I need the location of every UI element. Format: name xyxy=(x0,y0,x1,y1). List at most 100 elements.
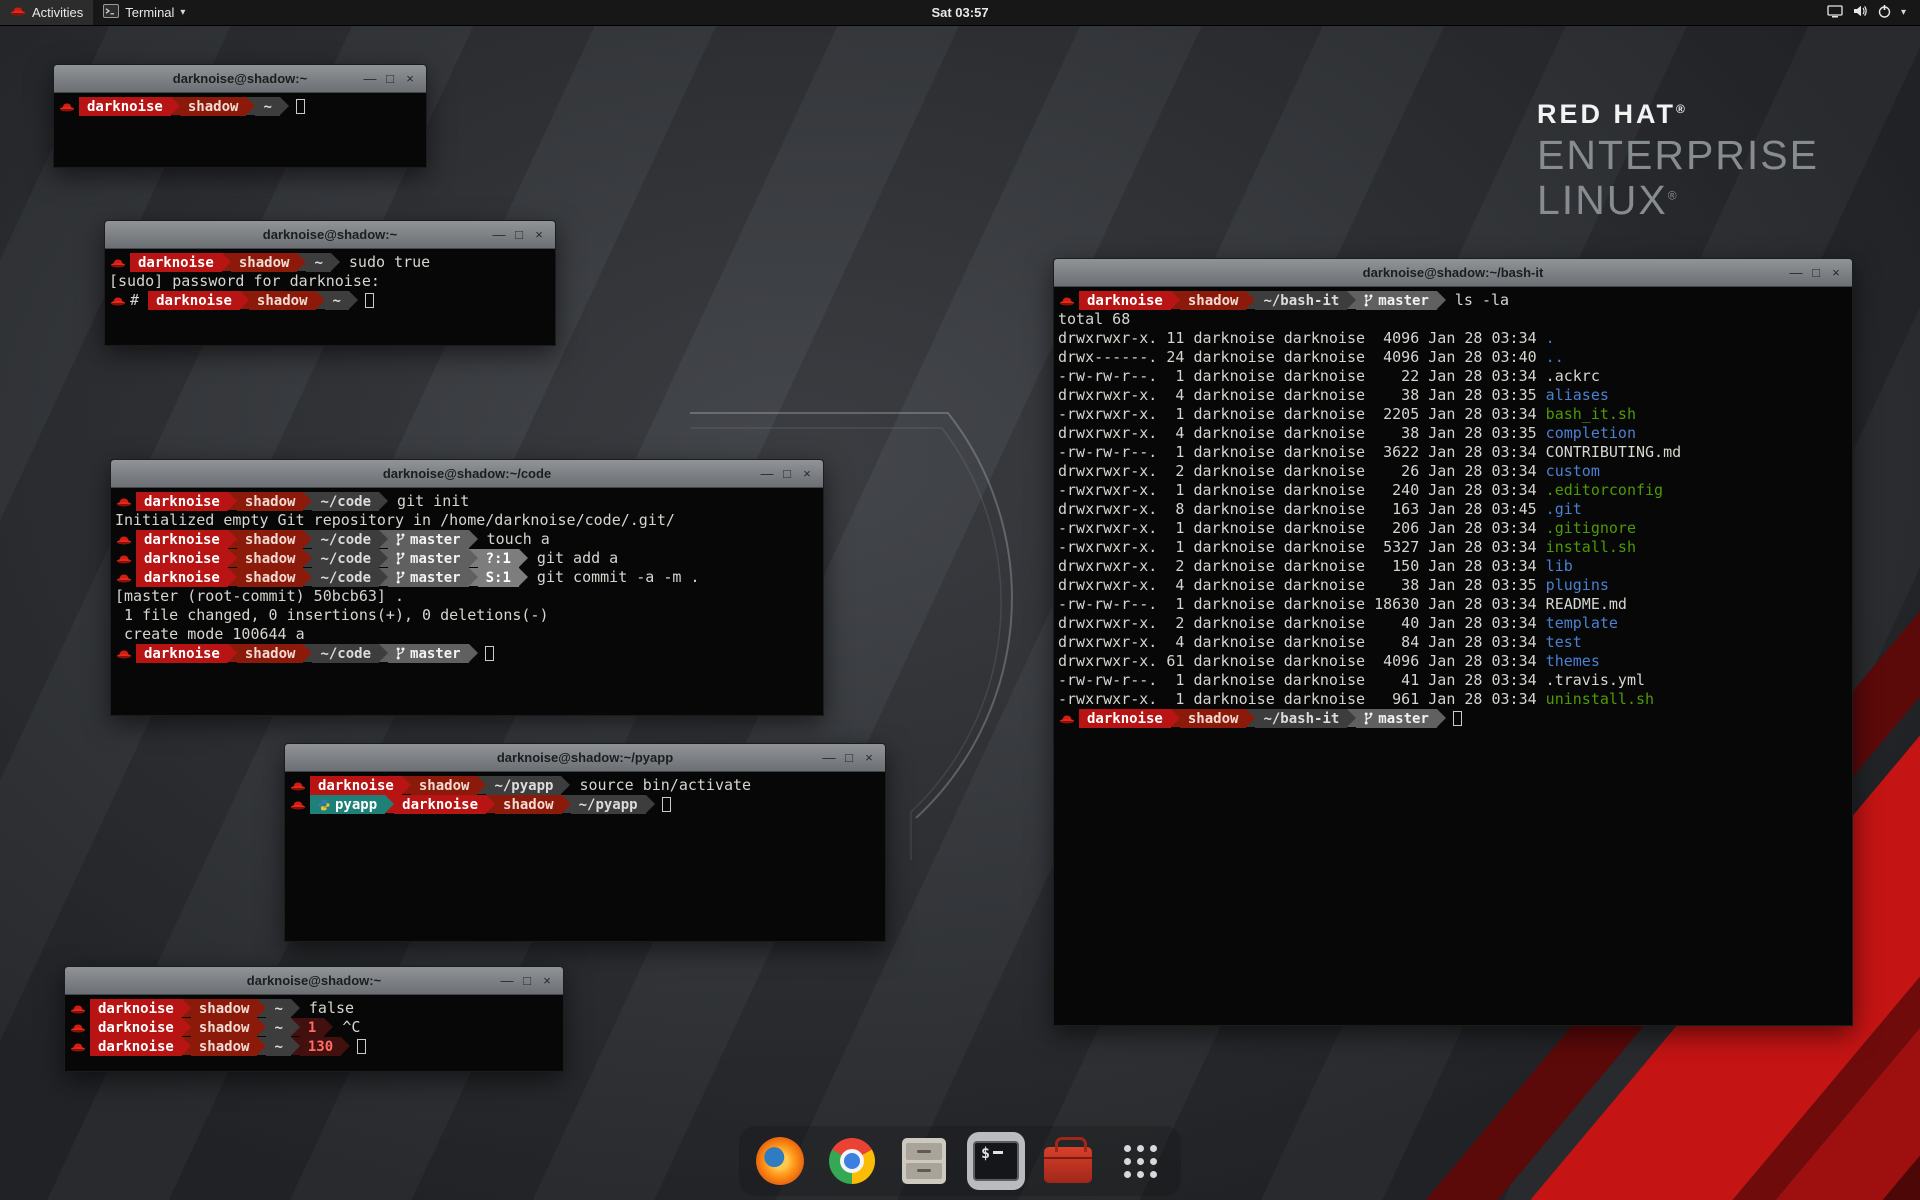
prompt-segment-host: shadow xyxy=(237,644,304,663)
prompt-segment-host: shadow xyxy=(237,568,304,587)
maximize-button[interactable]: □ xyxy=(509,221,529,249)
prompt-segment-host: shadow xyxy=(1180,709,1247,728)
powerline-arrow-icon xyxy=(519,568,528,586)
titlebar[interactable]: darknoise@shadow:~/code — □ × xyxy=(111,460,823,488)
redhat-prompt-icon xyxy=(289,795,310,814)
chrome-icon xyxy=(829,1138,875,1184)
dock-item-toolbox[interactable] xyxy=(1039,1132,1097,1190)
terminal-line: drwx------. 24 darknoise darknoise 4096 … xyxy=(1058,348,1848,367)
terminal-line: darknoiseshadow~ false xyxy=(69,999,559,1018)
file-manager-icon xyxy=(902,1138,946,1184)
prompt-segment-path: ~/pyapp xyxy=(571,795,646,814)
redhat-prompt-icon xyxy=(69,999,90,1018)
minimize-button[interactable]: — xyxy=(360,65,380,93)
redhat-prompt-icon xyxy=(69,1037,90,1056)
prompt-segment-user: darknoise xyxy=(148,291,240,310)
file-name: aliases xyxy=(1546,386,1609,405)
powerline-arrow-icon xyxy=(341,1037,350,1055)
powerline-arrow-icon xyxy=(477,776,486,794)
powerline-arrow-icon xyxy=(349,291,358,309)
brand-line-1: RED HAT® xyxy=(1537,100,1819,128)
titlebar[interactable]: darknoise@shadow:~/pyapp — □ × xyxy=(285,744,885,772)
terminal-window-home-2: darknoise@shadow:~ — □ × darknoiseshadow… xyxy=(64,966,564,1072)
powerline-arrow-icon xyxy=(469,549,478,567)
terminal-text: git init xyxy=(388,492,469,511)
powerline-arrow-icon xyxy=(1246,291,1255,309)
redhat-prompt-icon xyxy=(115,549,136,568)
prompt-segment-host: shadow xyxy=(249,291,316,310)
close-button[interactable]: × xyxy=(1826,259,1846,287)
minimize-button[interactable]: — xyxy=(497,967,517,995)
dock-item-firefox[interactable] xyxy=(751,1132,809,1190)
prompt-segment-gitstat: ?:1 xyxy=(478,549,519,568)
terminal-text: [sudo] password for darknoise: xyxy=(109,272,389,291)
dock-item-chrome[interactable] xyxy=(823,1132,881,1190)
redhat-prompt-icon xyxy=(1058,291,1079,310)
titlebar[interactable]: darknoise@shadow:~ — □ × xyxy=(105,221,555,249)
terminal-text: drwxrwxr-x. 4 darknoise darknoise 84 Jan… xyxy=(1058,633,1546,652)
prompt-segment-user: darknoise xyxy=(394,795,486,814)
app-menu-button[interactable]: Terminal ▾ xyxy=(93,0,195,25)
file-name: .. xyxy=(1546,348,1564,367)
prompt-segment-git: master xyxy=(388,530,469,549)
close-button[interactable]: × xyxy=(797,460,817,488)
power-icon xyxy=(1877,4,1892,21)
close-button[interactable]: × xyxy=(537,967,557,995)
powerline-arrow-icon xyxy=(303,568,312,586)
titlebar[interactable]: darknoise@shadow:~ — □ × xyxy=(54,65,426,93)
terminal-window-home-1: darknoise@shadow:~ — □ × darknoiseshadow… xyxy=(53,64,427,168)
terminal-content[interactable]: darknoiseshadow~/bash-itmaster ls -latot… xyxy=(1054,288,1852,1025)
minimize-button[interactable]: — xyxy=(757,460,777,488)
powerline-arrow-icon xyxy=(469,530,478,548)
prompt-segment-path: ~/code xyxy=(312,530,379,549)
maximize-button[interactable]: □ xyxy=(839,744,859,772)
terminal-line: darknoiseshadow~/code git init xyxy=(115,492,819,511)
top-bar: Activities Terminal ▾ Sat 03:57 ▾ xyxy=(0,0,1920,26)
prompt-segment-path: ~ xyxy=(306,253,330,272)
terminal-text: -rw-rw-r--. 1 darknoise darknoise 41 Jan… xyxy=(1058,671,1546,690)
terminal-text: create mode 100644 a xyxy=(115,625,305,644)
file-name: CONTRIBUTING.md xyxy=(1546,443,1681,462)
prompt-segment-host: shadow xyxy=(237,492,304,511)
terminal-text: false xyxy=(300,999,354,1018)
terminal-content[interactable]: darknoiseshadow~ falsedarknoiseshadow~1 … xyxy=(65,996,563,1071)
maximize-button[interactable]: □ xyxy=(380,65,400,93)
close-button[interactable]: × xyxy=(859,744,879,772)
maximize-button[interactable]: □ xyxy=(777,460,797,488)
terminal-line: [master (root-commit) 50bcb63] . xyxy=(115,587,819,606)
chevron-down-icon: ▾ xyxy=(180,7,185,18)
clock[interactable]: Sat 03:57 xyxy=(931,5,988,20)
close-button[interactable]: × xyxy=(400,65,420,93)
dock-item-show-applications[interactable] xyxy=(1111,1132,1169,1190)
powerline-arrow-icon xyxy=(171,97,180,115)
terminal-content[interactable]: darknoiseshadow~/code git initInitialize… xyxy=(111,489,823,715)
prompt-segment-user: darknoise xyxy=(136,492,228,511)
activities-button[interactable]: Activities xyxy=(0,0,93,25)
terminal-line: darknoiseshadow~130 xyxy=(69,1037,559,1056)
file-name: .ackrc xyxy=(1546,367,1600,386)
terminal-line: # darknoiseshadow~ xyxy=(109,291,551,310)
dock-item-terminal[interactable] xyxy=(967,1132,1025,1190)
minimize-button[interactable]: — xyxy=(1786,259,1806,287)
maximize-button[interactable]: □ xyxy=(517,967,537,995)
terminal-content[interactable]: darknoiseshadow~/pyapp source bin/activa… xyxy=(285,773,885,941)
minimize-button[interactable]: — xyxy=(819,744,839,772)
terminal-line: -rwxrwxr-x. 1 darknoise darknoise 5327 J… xyxy=(1058,538,1848,557)
close-button[interactable]: × xyxy=(529,221,549,249)
terminal-content[interactable]: darknoiseshadow~ sudo true[sudo] passwor… xyxy=(105,250,555,345)
maximize-button[interactable]: □ xyxy=(1806,259,1826,287)
git-branch-icon xyxy=(1364,712,1373,725)
file-name: .git xyxy=(1546,500,1582,519)
terminal-line: [sudo] password for darknoise: xyxy=(109,272,551,291)
file-name: custom xyxy=(1546,462,1600,481)
minimize-button[interactable]: — xyxy=(489,221,509,249)
terminal-text: drwxrwxr-x. 4 darknoise darknoise 38 Jan… xyxy=(1058,386,1546,405)
prompt-segment-user: darknoise xyxy=(90,999,182,1018)
titlebar[interactable]: darknoise@shadow:~ — □ × xyxy=(65,967,563,995)
file-name: template xyxy=(1546,614,1618,633)
titlebar[interactable]: darknoise@shadow:~/bash-it — □ × xyxy=(1054,259,1852,287)
dock-item-files[interactable] xyxy=(895,1132,953,1190)
terminal-content[interactable]: darknoiseshadow~ xyxy=(54,94,426,167)
system-status-area[interactable]: ▾ xyxy=(1819,0,1914,25)
terminal-text: drwxrwxr-x. 2 darknoise darknoise 26 Jan… xyxy=(1058,462,1546,481)
